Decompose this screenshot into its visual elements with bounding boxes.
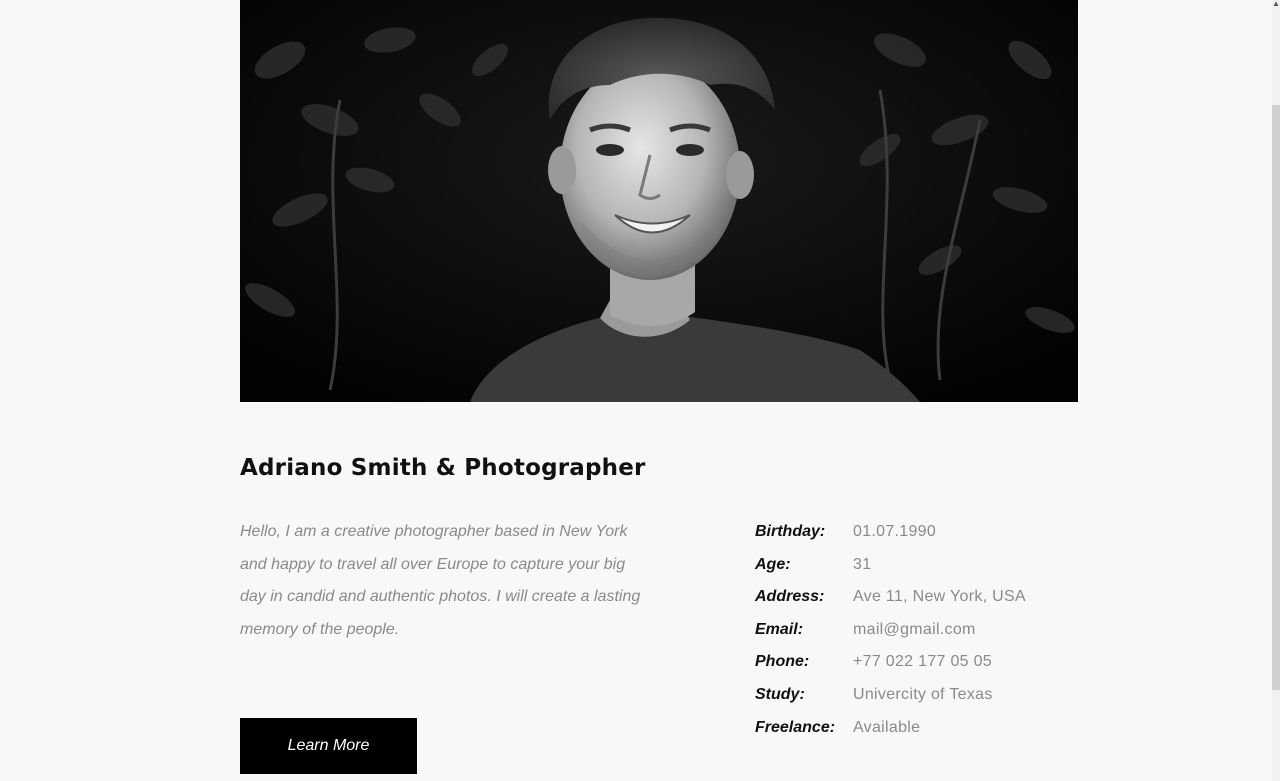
- detail-value: 31: [853, 555, 872, 573]
- detail-row-age: Age: 31: [755, 549, 1026, 582]
- hero-photo: [240, 0, 1078, 402]
- detail-label: Age:: [755, 555, 791, 573]
- learn-more-button[interactable]: Learn More: [240, 718, 417, 774]
- scroll-up-arrow-icon[interactable]: ▲: [1272, 0, 1280, 8]
- detail-value: mail@gmail.com: [853, 620, 976, 638]
- detail-row-address: Address: Ave 11, New York, USA: [755, 581, 1026, 614]
- profile-name: Adriano Smith & Photographer: [240, 455, 646, 481]
- profile-details-list: Birthday: 01.07.1990 Age: 31 Address: Ave 1…: [755, 516, 1026, 744]
- detail-value: 01.07.1990: [853, 523, 937, 540]
- profile-bio: Hello, I am a creative photographer base…: [240, 523, 641, 638]
- detail-label: Birthday:: [755, 523, 826, 540]
- vertical-scrollbar[interactable]: ▲: [1272, 0, 1280, 781]
- detail-row-phone: Phone: +77 022 177 05 05: [755, 646, 1026, 679]
- detail-label: Freelance:: [755, 718, 836, 736]
- detail-label: Address:: [755, 588, 825, 606]
- detail-row-freelance: Freelance: Available: [755, 712, 1026, 745]
- detail-row-study: Study: Univercity of Texas: [755, 679, 1026, 712]
- detail-label: Study:: [755, 685, 805, 703]
- detail-value: Available: [853, 718, 921, 736]
- detail-label: Phone:: [755, 653, 810, 671]
- about-page: Adriano Smith & Photographer Hello, I am…: [0, 0, 1280, 781]
- detail-label: Email:: [755, 620, 804, 638]
- detail-value: Ave 11, New York, USA: [853, 588, 1026, 606]
- detail-row-email: Email: mail@gmail.com: [755, 614, 1026, 647]
- detail-row-birthday: Birthday: 01.07.1990: [755, 516, 1026, 549]
- detail-value: Univercity of Texas: [853, 685, 993, 703]
- scrollbar-thumb[interactable]: [1272, 105, 1280, 690]
- detail-value: +77 022 177 05 05: [853, 653, 993, 671]
